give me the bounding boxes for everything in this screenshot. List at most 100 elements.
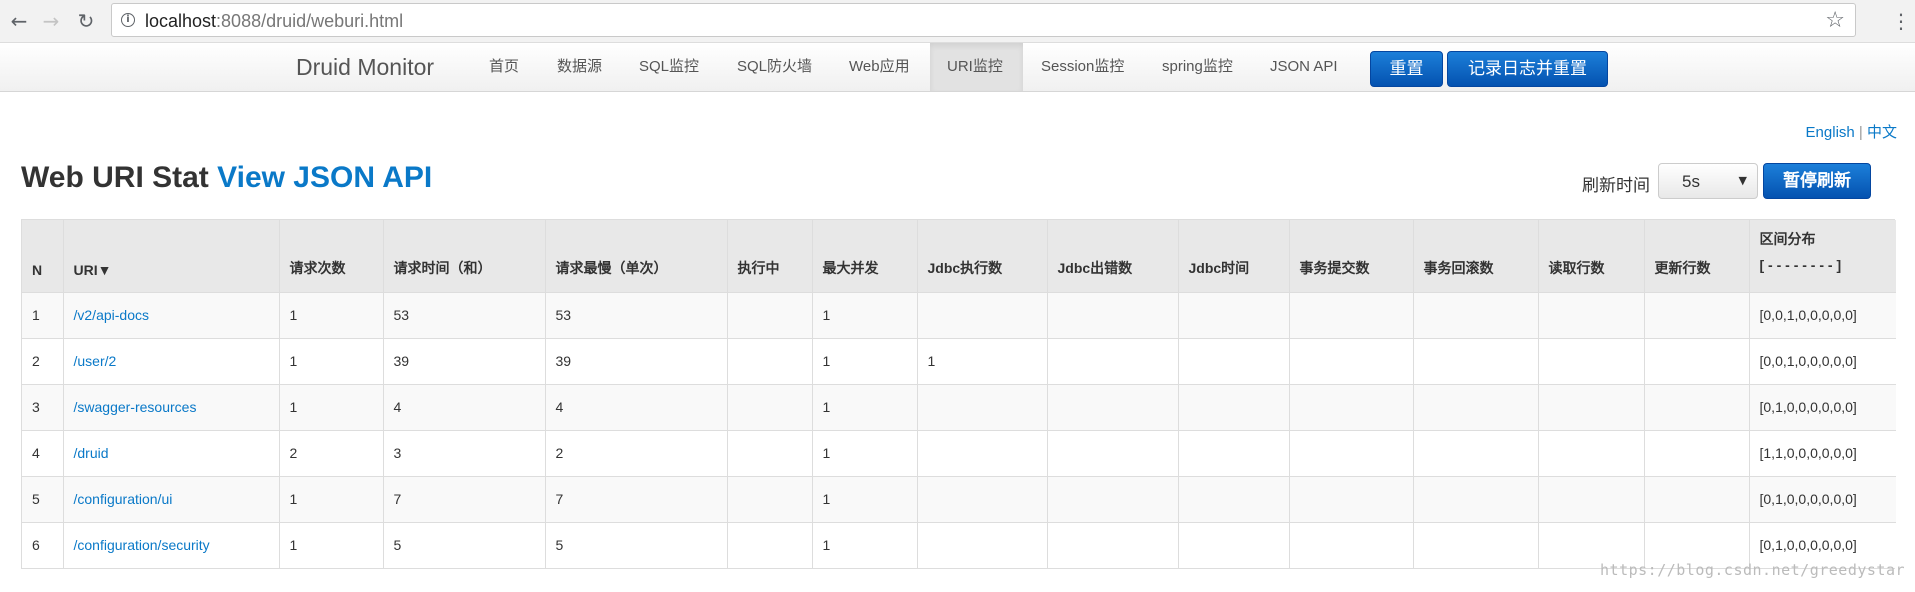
- uri-link[interactable]: /user/2: [74, 353, 117, 369]
- table-row: 3/swagger-resources 1 4 4 1 [0,1,0,0,0,0,0,0]: [22, 383, 1896, 430]
- cell-tx-commit: [1288, 383, 1413, 430]
- cell-update-rows: [1643, 429, 1749, 476]
- url-host: localhost: [145, 11, 217, 31]
- nav-home[interactable]: 首页: [471, 43, 537, 91]
- browser-toolbar: ← → ↻ i localhost:8088/druid/weburi.html…: [0, 0, 1915, 43]
- cell-running: [726, 291, 812, 338]
- nav-json-api[interactable]: JSON API: [1252, 43, 1356, 91]
- cell-uri: /user/2: [62, 337, 279, 384]
- page-title-text: Web URI Stat: [21, 161, 209, 194]
- browser-menu-icon[interactable]: ⋮: [1891, 8, 1911, 34]
- col-header-histogram[interactable]: 区间分布 [ - - - - - - - - ]: [1748, 220, 1896, 292]
- uri-link[interactable]: /druid: [74, 445, 109, 461]
- cell-n: 5: [22, 475, 63, 522]
- cell-max-concurrency: 1: [811, 521, 917, 568]
- cell-jdbc-error: [1046, 521, 1178, 568]
- col-header-n[interactable]: N: [22, 220, 63, 292]
- cell-n: 3: [22, 383, 63, 430]
- col-header-request-time-max[interactable]: 请求最慢（单次）: [544, 220, 727, 292]
- lang-english-link[interactable]: English: [1806, 124, 1855, 141]
- cell-fetch-rows: [1537, 429, 1644, 476]
- nav-sql-firewall[interactable]: SQL防火墙: [719, 43, 830, 91]
- uri-link[interactable]: /configuration/security: [74, 537, 210, 553]
- cell-request-time-max: 53: [544, 291, 727, 338]
- col-header-request-count[interactable]: 请求次数: [278, 220, 383, 292]
- info-icon[interactable]: i: [121, 13, 135, 27]
- cell-request-time-max: 7: [544, 475, 727, 522]
- col-header-max-concurrency[interactable]: 最大并发: [811, 220, 917, 292]
- cell-update-rows: [1643, 383, 1749, 430]
- cell-jdbc-exec: [916, 475, 1047, 522]
- brand-logo[interactable]: Druid Monitor: [296, 54, 434, 81]
- cell-request-time-sum: 4: [382, 383, 545, 430]
- col-header-jdbc-error[interactable]: Jdbc出错数: [1046, 220, 1178, 292]
- nav-spring-monitor[interactable]: spring监控: [1144, 43, 1251, 91]
- cell-jdbc-error: [1046, 429, 1178, 476]
- nav-session-monitor[interactable]: Session监控: [1023, 43, 1142, 91]
- url-path: :8088/druid/weburi.html: [216, 11, 404, 31]
- nav-sql-monitor[interactable]: SQL监控: [621, 43, 717, 91]
- log-and-reset-button[interactable]: 记录日志并重置: [1447, 51, 1608, 87]
- cell-n: 2: [22, 337, 63, 384]
- table-row: 2/user/2 1 39 39 1 1 [0,0,1,0,0,0,0,0]: [22, 337, 1896, 384]
- pause-refresh-button[interactable]: 暂停刷新: [1763, 163, 1871, 199]
- back-arrow-icon[interactable]: ←: [6, 8, 32, 34]
- cell-uri: /configuration/security: [62, 521, 279, 568]
- nav-web-app[interactable]: Web应用: [831, 43, 928, 91]
- nav-datasource[interactable]: 数据源: [539, 43, 620, 91]
- view-json-api-link[interactable]: View JSON API: [217, 161, 432, 194]
- cell-max-concurrency: 1: [811, 383, 917, 430]
- reload-icon[interactable]: ↻: [73, 8, 99, 34]
- cell-update-rows: [1643, 475, 1749, 522]
- cell-jdbc-exec: 1: [916, 337, 1047, 384]
- col-header-jdbc-exec[interactable]: Jdbc执行数: [916, 220, 1047, 292]
- col-header-running[interactable]: 执行中: [726, 220, 812, 292]
- cell-uri: /configuration/ui: [62, 475, 279, 522]
- cell-tx-rollback: [1412, 383, 1538, 430]
- cell-jdbc-time: [1177, 521, 1289, 568]
- col-header-update-rows[interactable]: 更新行数: [1643, 220, 1749, 292]
- col-header-tx-rollback[interactable]: 事务回滚数: [1412, 220, 1538, 292]
- uri-link[interactable]: /swagger-resources: [74, 399, 197, 415]
- cell-max-concurrency: 1: [811, 475, 917, 522]
- forward-arrow-icon[interactable]: →: [38, 8, 64, 34]
- uri-link[interactable]: /configuration/ui: [74, 491, 173, 507]
- cell-update-rows: [1643, 337, 1749, 384]
- cell-request-count: 2: [278, 429, 383, 476]
- cell-running: [726, 429, 812, 476]
- uri-link[interactable]: /v2/api-docs: [74, 307, 149, 323]
- cell-jdbc-exec: [916, 291, 1047, 338]
- address-bar[interactable]: i localhost:8088/druid/weburi.html ☆: [111, 3, 1856, 37]
- refresh-interval-label: 刷新时间: [1582, 176, 1650, 196]
- cell-tx-commit: [1288, 429, 1413, 476]
- col-header-request-time-sum[interactable]: 请求时间（和）: [382, 220, 545, 292]
- col-header-uri[interactable]: URI▼: [62, 220, 279, 292]
- cell-max-concurrency: 1: [811, 291, 917, 338]
- cell-jdbc-error: [1046, 337, 1178, 384]
- cell-uri: /swagger-resources: [62, 383, 279, 430]
- nav-uri-monitor[interactable]: URI监控: [930, 43, 1023, 91]
- url-text[interactable]: localhost:8088/druid/weburi.html: [145, 11, 403, 32]
- bookmark-star-icon[interactable]: ☆: [1825, 8, 1845, 33]
- table-header-row: N URI▼ 请求次数 请求时间（和） 请求最慢（单次） 执行中 最大并发 Jd…: [22, 220, 1896, 292]
- table-row: 5/configuration/ui 1 7 7 1 [0,1,0,0,0,0,0,0]: [22, 475, 1896, 522]
- cell-jdbc-error: [1046, 383, 1178, 430]
- cell-tx-rollback: [1412, 475, 1538, 522]
- refresh-interval-select[interactable]: 5s ▼: [1658, 163, 1758, 199]
- language-switch: English | 中文: [1806, 121, 1897, 142]
- col-header-tx-commit[interactable]: 事务提交数: [1288, 220, 1413, 292]
- cell-jdbc-error: [1046, 291, 1178, 338]
- cell-jdbc-exec: [916, 429, 1047, 476]
- cell-tx-rollback: [1412, 429, 1538, 476]
- col-header-fetch-rows[interactable]: 读取行数: [1537, 220, 1644, 292]
- cell-fetch-rows: [1537, 291, 1644, 338]
- cell-max-concurrency: 1: [811, 429, 917, 476]
- cell-request-count: 1: [278, 521, 383, 568]
- cell-jdbc-exec: [916, 383, 1047, 430]
- col-header-jdbc-time[interactable]: Jdbc时间: [1177, 220, 1289, 292]
- reset-button[interactable]: 重置: [1370, 51, 1443, 87]
- cell-tx-commit: [1288, 521, 1413, 568]
- cell-request-time-sum: 5: [382, 521, 545, 568]
- cell-request-count: 1: [278, 291, 383, 338]
- lang-chinese-link[interactable]: 中文: [1867, 124, 1897, 141]
